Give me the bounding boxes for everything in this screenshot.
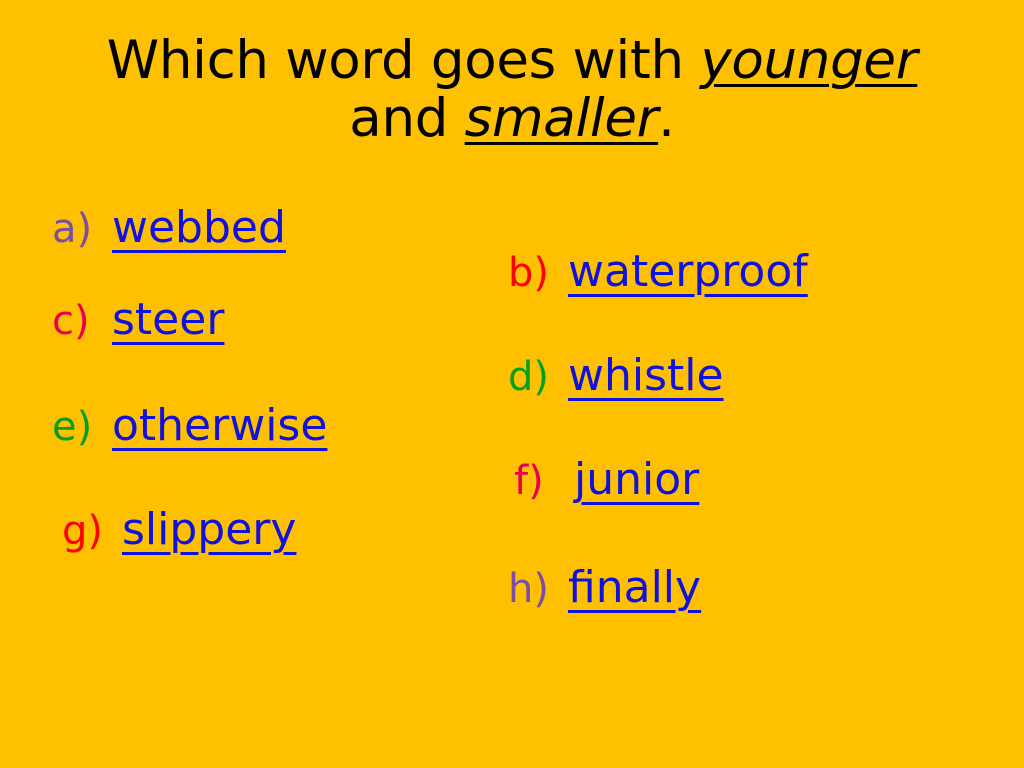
- answer-word-g[interactable]: slippery: [122, 508, 296, 552]
- answer-option-e[interactable]: e) otherwise: [52, 404, 327, 448]
- answer-word-d[interactable]: whistle: [568, 354, 724, 398]
- question-line-2-text: and: [349, 88, 465, 150]
- question-line-1: Which word goes with younger: [0, 30, 1024, 91]
- answer-options-left-column: a) webbed c) steer e) otherwise g) slipp…: [52, 206, 327, 552]
- answer-letter-h: h): [508, 566, 549, 612]
- answer-option-c[interactable]: c) steer: [52, 298, 327, 342]
- answer-word-a[interactable]: webbed: [112, 206, 286, 250]
- question-prompt: Which word goes with younger and smaller…: [0, 30, 1024, 149]
- question-line-1-text: Which word goes with: [106, 30, 701, 91]
- question-emphasis-smaller: smaller: [464, 88, 659, 150]
- answer-letter-e: e): [52, 404, 93, 450]
- answer-letter-g: g): [62, 508, 103, 554]
- answer-word-h[interactable]: finally: [568, 566, 701, 610]
- answer-letter-c: c): [52, 298, 90, 344]
- answer-option-f[interactable]: f) junior: [508, 458, 808, 502]
- answer-options-right-column: b) waterproof d) whistle f) junior h) fi…: [508, 250, 808, 610]
- answer-word-c[interactable]: steer: [112, 298, 224, 342]
- answer-word-b[interactable]: waterproof: [568, 250, 808, 294]
- answer-option-b[interactable]: b) waterproof: [508, 250, 808, 294]
- answer-option-g[interactable]: g) slippery: [52, 508, 327, 552]
- question-line-2: and smaller.: [0, 90, 1024, 148]
- answer-letter-f: f): [514, 458, 544, 504]
- answer-option-h[interactable]: h) finally: [508, 566, 808, 610]
- answer-option-a[interactable]: a) webbed: [52, 206, 327, 250]
- question-emphasis-younger: younger: [700, 30, 918, 91]
- quiz-slide: Which word goes with younger and smaller…: [0, 0, 1024, 768]
- answer-letter-a: a): [52, 206, 93, 252]
- answer-option-d[interactable]: d) whistle: [508, 354, 808, 398]
- question-period: .: [658, 88, 675, 150]
- answer-letter-d: d): [508, 354, 549, 400]
- answer-word-f[interactable]: junior: [574, 458, 699, 502]
- answer-letter-b: b): [508, 250, 549, 296]
- answer-word-e[interactable]: otherwise: [112, 404, 327, 448]
